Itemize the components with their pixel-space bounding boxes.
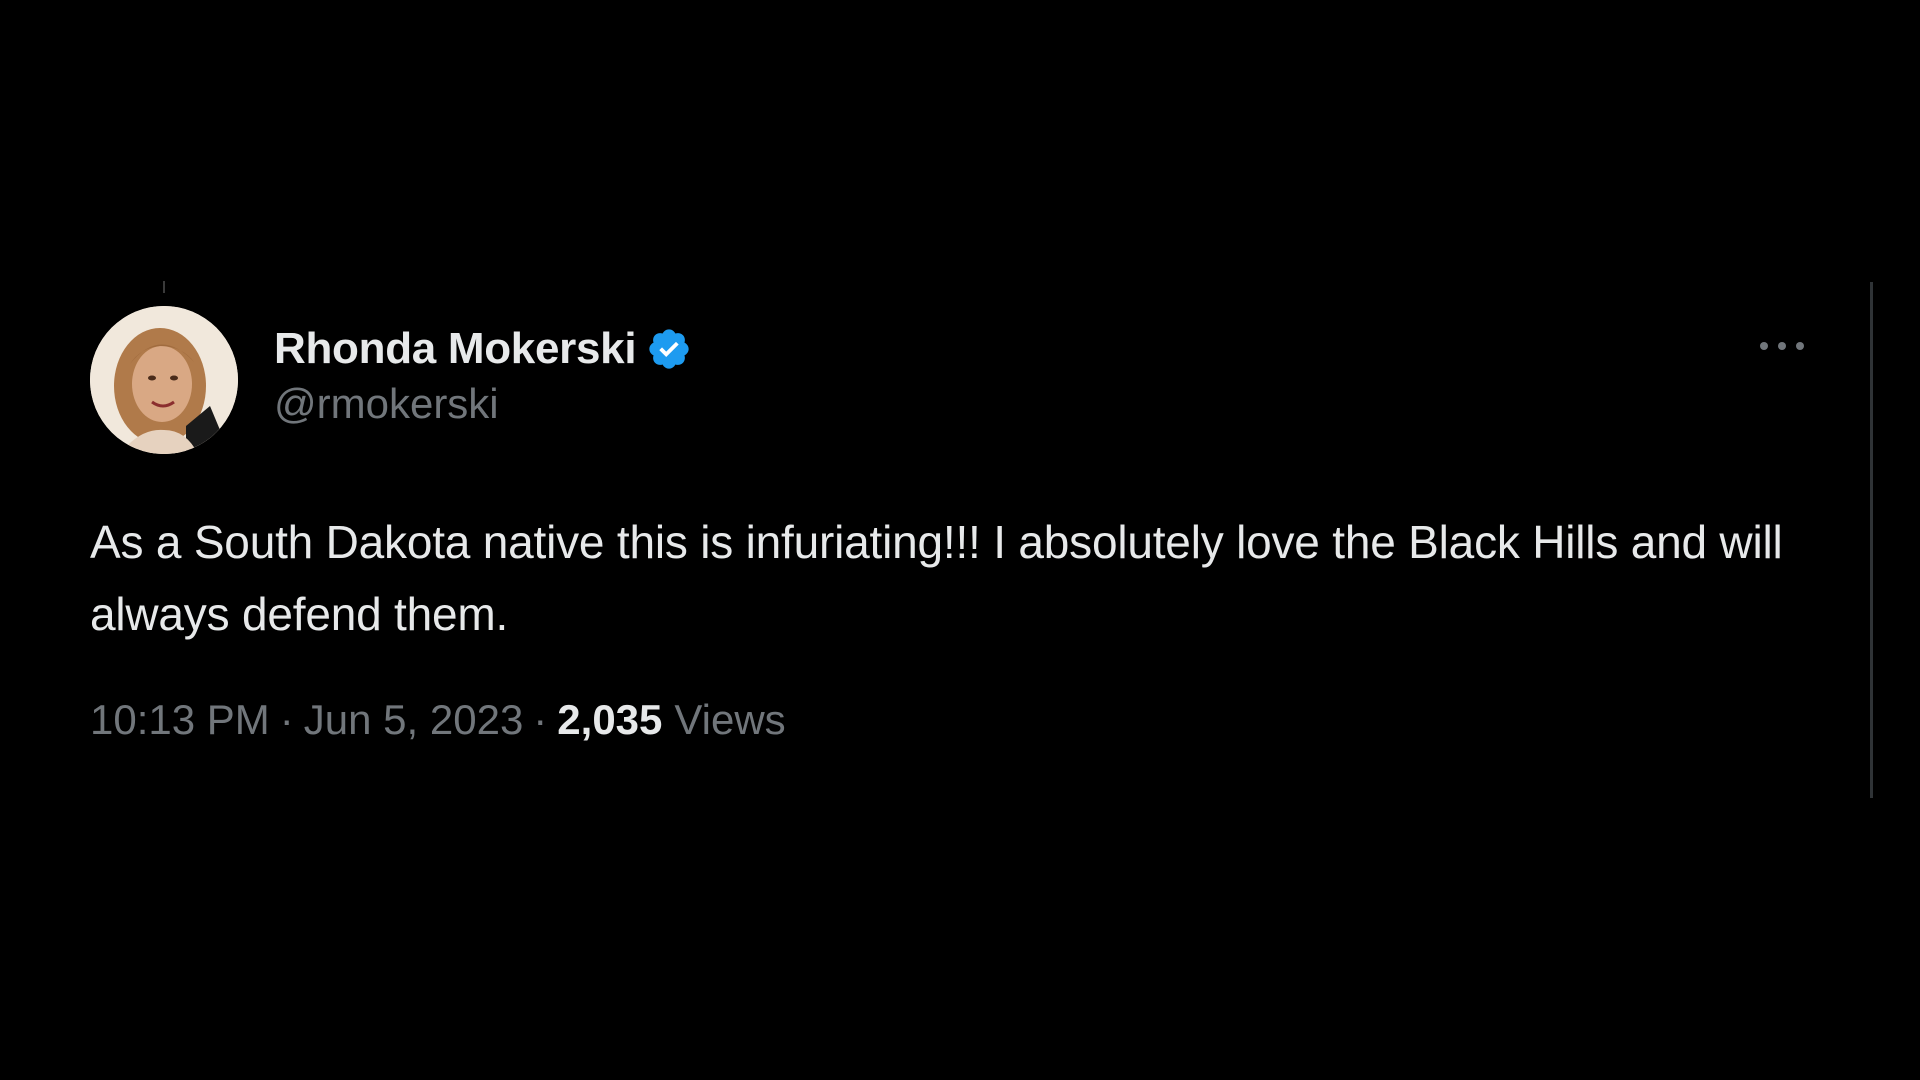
meta-separator: ·: [279, 696, 294, 743]
verified-badge-icon[interactable]: [646, 326, 692, 372]
display-name[interactable]: Rhonda Mokerski: [274, 324, 637, 374]
tweet-time[interactable]: 10:13 PM: [90, 696, 270, 744]
views-count[interactable]: 2,035: [557, 696, 662, 744]
screen: Rhonda Mokerski @rmokerski As a South Da…: [0, 0, 1920, 1080]
tweet-card: Rhonda Mokerski @rmokerski As a South Da…: [90, 280, 1880, 800]
meta-separator: ·: [533, 696, 548, 743]
more-options-icon: [1760, 342, 1804, 350]
more-options-button[interactable]: [1754, 328, 1810, 364]
tweet-text: As a South Dakota native this is infuria…: [90, 516, 1783, 640]
user-info: Rhonda Mokerski @rmokerski: [274, 320, 692, 428]
tweet-date[interactable]: Jun 5, 2023: [304, 696, 524, 744]
tweet-meta: 10:13 PM · Jun 5, 2023 · 2,035 Views: [90, 696, 786, 744]
user-avatar-photo-icon: [90, 306, 238, 454]
views-label[interactable]: Views: [674, 696, 785, 744]
avatar[interactable]: [90, 306, 238, 454]
user-handle[interactable]: @rmokerski: [274, 380, 692, 428]
name-row: Rhonda Mokerski: [274, 320, 692, 378]
